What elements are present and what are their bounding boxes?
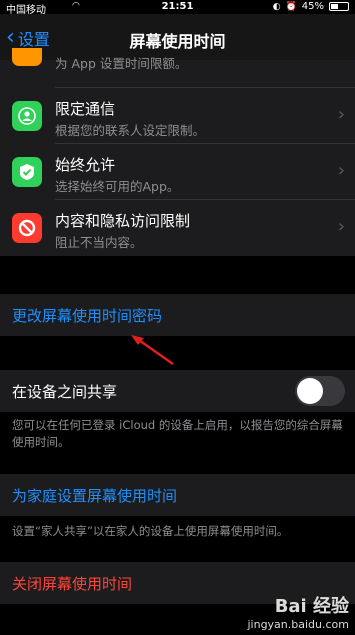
annotation-arrow [131,335,174,366]
battery-icon [329,2,349,11]
battery-percent: 45% [301,1,324,12]
row-content-privacy[interactable]: 内容和隐私访问限制 阻止不当内容。 › [0,200,355,256]
family-setup-button[interactable]: 为家庭设置屏幕使用时间 [0,474,355,516]
hourglass-icon [12,48,42,66]
family-note: 设置“家人共享”以在家人的设备上使用屏幕使用时间。 [12,524,289,538]
row-title: 始终允许 [55,156,116,174]
change-passcode-button[interactable]: 更改屏幕使用时间密码 [0,294,355,336]
person-icon [12,101,42,131]
share-label: 在设备之间共享 [12,383,118,401]
watermark-logo: Bai 经验 jingyan.baidu.com [247,592,349,631]
partial-row-app-limits[interactable]: 为 App 设置时间限额。 [0,48,355,88]
status-bar: 中国移动 ◠ 21:51 ◐ ⏰ 45% [0,0,355,16]
row-subtitle: 选择始终可用的App。 [55,179,180,194]
row-subtitle: 根据您的联系人设定限制。 [55,123,206,138]
share-note: 您可以在任何已登录 iCloud 的设备上启用，以报告您的综合屏幕使用时间。 [12,418,343,449]
watermark-url: jingyan.baidu.com [247,618,349,631]
checkmark-icon [12,157,42,187]
row-subtitle: 为 App 设置时间限额。 [55,56,188,71]
row-communication-limits[interactable]: 限定通信 根据您的联系人设定限制。 › [0,88,355,144]
page-title: 屏幕使用时间 [129,32,226,51]
change-passcode-label: 更改屏幕使用时间密码 [12,307,163,325]
family-setup-label: 为家庭设置屏幕使用时间 [12,487,178,505]
share-across-devices-row: 在设备之间共享 [0,370,355,412]
prohibit-icon [12,213,42,243]
lock-rotation-icon: ◐ [272,1,281,12]
chevron-right-icon: › [337,216,345,237]
turn-off-label: 关闭屏幕使用时间 [12,575,133,593]
watermark-brand: Bai 经验 [274,596,349,617]
row-always-allowed[interactable]: 始终允许 选择始终可用的App。 › [0,144,355,200]
chevron-right-icon: › [337,104,345,125]
chevron-right-icon: › [337,160,345,181]
share-toggle[interactable] [295,376,345,406]
alarm-icon: ⏰ [285,1,297,12]
settings-group: 为 App 设置时间限额。 限定通信 根据您的联系人设定限制。 › 始终允许 选… [0,48,355,256]
row-title: 限定通信 [55,100,116,118]
row-title: 内容和隐私访问限制 [55,212,191,230]
toggle-knob [297,378,323,404]
row-subtitle: 阻止不当内容。 [55,235,143,250]
